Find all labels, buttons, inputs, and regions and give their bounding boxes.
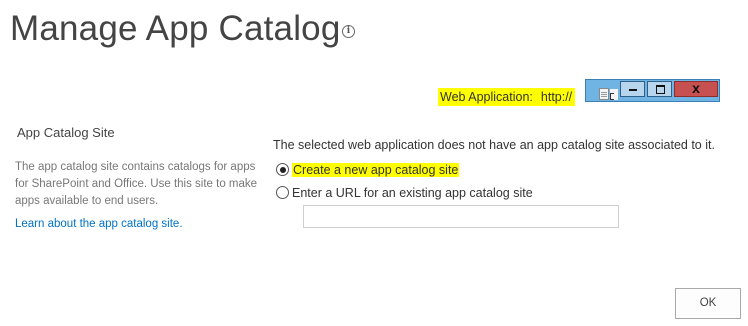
web-application-selector[interactable]: Web Application: http:// <box>438 88 576 106</box>
ok-button[interactable]: OK <box>675 288 741 319</box>
learn-about-link[interactable]: Learn about the app catalog site. <box>15 218 183 230</box>
section-title: App Catalog Site <box>17 125 115 140</box>
radio-create-new[interactable] <box>276 163 289 176</box>
option-create-new-label: Create a new app catalog site <box>292 163 460 177</box>
option-create-new[interactable]: Create a new app catalog site <box>276 162 460 178</box>
web-application-url[interactable]: http:// <box>541 90 572 104</box>
minimize-icon[interactable] <box>620 81 645 97</box>
close-icon[interactable] <box>674 80 718 97</box>
overlay-window <box>585 79 720 102</box>
status-message: The selected web application does not ha… <box>273 138 715 152</box>
maximize-icon[interactable] <box>647 81 672 97</box>
info-icon[interactable]: i <box>342 25 355 38</box>
restore-fragment <box>610 89 618 100</box>
section-description: The app catalog site contains catalogs f… <box>15 161 258 207</box>
option-existing-url-label: Enter a URL for an existing app catalog … <box>292 186 533 200</box>
web-application-label: Web Application: <box>440 90 533 104</box>
page-title: Manage App Catalog <box>10 9 341 48</box>
catalog-url-input[interactable] <box>303 205 619 228</box>
radio-existing-url[interactable] <box>276 186 289 199</box>
document-icon <box>599 88 609 100</box>
option-existing-url[interactable]: Enter a URL for an existing app catalog … <box>276 185 533 201</box>
